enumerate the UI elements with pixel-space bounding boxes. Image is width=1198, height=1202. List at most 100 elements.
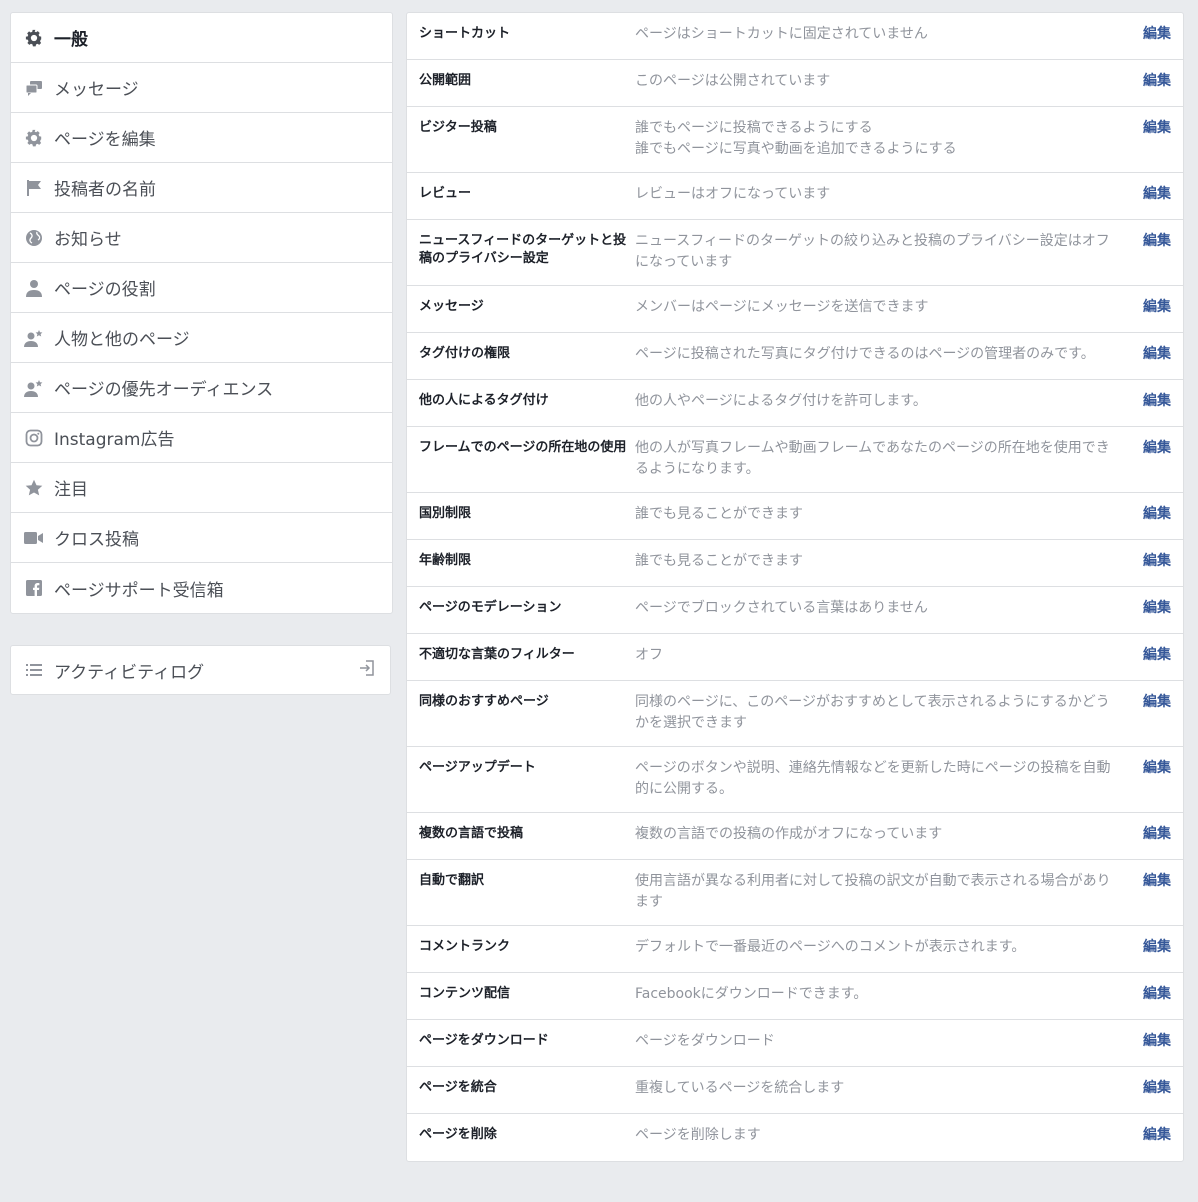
setting-value-line: 同様のページに、このページがおすすめとして表示されるようにするかどうかを選択でき… xyxy=(635,694,1110,731)
person-icon xyxy=(24,278,44,298)
activity-log-link[interactable]: アクティビティログ xyxy=(10,645,391,695)
setting-value-line: 誰でもページに写真や動画を追加できるようにする xyxy=(635,141,957,157)
setting-label: タグ付けの権限 xyxy=(419,346,511,361)
settings-row: 不適切な言葉のフィルター オフ 編集 xyxy=(407,634,1183,681)
edit-link[interactable]: 編集 xyxy=(1129,551,1171,574)
setting-value-line: レビューはオフになっています xyxy=(635,186,831,202)
instagram-icon xyxy=(24,428,44,448)
setting-value-line: このページは公開されています xyxy=(635,73,831,89)
setting-value-line: 他の人やページによるタグ付けを許可します。 xyxy=(635,393,927,409)
edit-link[interactable]: 編集 xyxy=(1129,1125,1171,1149)
setting-value-line: Facebookにダウンロードできます。 xyxy=(635,986,868,1002)
sidebar-item-general[interactable]: 一般 xyxy=(11,13,392,63)
setting-label: ページを統合 xyxy=(419,1080,497,1095)
setting-value: 複数の言語での投稿の作成がオフになっています xyxy=(635,824,1129,847)
settings-row: ページを削除 ページを削除します 編集 xyxy=(407,1114,1183,1161)
setting-value: Facebookにダウンロードできます。 xyxy=(635,984,1129,1007)
setting-label: メッセージ xyxy=(419,299,484,314)
setting-value-line: 他の人が写真フレームや動画フレームであなたのページの所在地を使用できるようになり… xyxy=(635,440,1110,477)
edit-link[interactable]: 編集 xyxy=(1129,184,1171,207)
edit-link[interactable]: 編集 xyxy=(1129,758,1171,800)
sidebar-item-posting-attribution[interactable]: 投稿者の名前 xyxy=(11,163,392,213)
person-star-icon xyxy=(24,328,44,348)
setting-label: ページのモデレーション xyxy=(419,600,562,615)
sidebar-item-preferred-page-audience[interactable]: ページの優先オーディエンス xyxy=(11,363,392,413)
sign-in-icon[interactable] xyxy=(358,659,376,682)
setting-value: 同様のページに、このページがおすすめとして表示されるようにするかどうかを選択でき… xyxy=(635,692,1129,734)
edit-link[interactable]: 編集 xyxy=(1129,1031,1171,1054)
setting-value: ニュースフィードのターゲットの絞り込みと投稿のプライバシー設定はオフになっていま… xyxy=(635,231,1129,273)
video-camera-icon xyxy=(24,528,44,548)
settings-row: メッセージ メンバーはページにメッセージを送信できます 編集 xyxy=(407,286,1183,333)
sidebar-item-page-roles[interactable]: ページの役割 xyxy=(11,263,392,313)
edit-link[interactable]: 編集 xyxy=(1129,598,1171,621)
setting-value-line: 誰でもページに投稿できるようにする xyxy=(635,120,873,136)
settings-row: 年齢制限 誰でも見ることができます 編集 xyxy=(407,540,1183,587)
settings-row: ページをダウンロード ページをダウンロード 編集 xyxy=(407,1020,1183,1067)
edit-link[interactable]: 編集 xyxy=(1129,344,1171,367)
settings-row: 他の人によるタグ付け 他の人やページによるタグ付けを許可します。 編集 xyxy=(407,380,1183,427)
sidebar-item-edit-page[interactable]: ページを編集 xyxy=(11,113,392,163)
setting-label: フレームでのページの所在地の使用 xyxy=(419,440,627,455)
setting-value-line: ページはショートカットに固定されていません xyxy=(635,26,928,42)
setting-label: 国別制限 xyxy=(419,506,472,521)
setting-value: オフ xyxy=(635,645,1129,668)
setting-value-line: ページをダウンロード xyxy=(635,1033,775,1049)
setting-value: 他の人が写真フレームや動画フレームであなたのページの所在地を使用できるようになり… xyxy=(635,438,1129,480)
sidebar-item-notifications[interactable]: お知らせ xyxy=(11,213,392,263)
edit-link[interactable]: 編集 xyxy=(1129,438,1171,480)
settings-row: 国別制限 誰でも見ることができます 編集 xyxy=(407,493,1183,540)
setting-value: ページをダウンロード xyxy=(635,1031,1129,1054)
setting-value-line: 重複しているページを統合します xyxy=(635,1080,845,1096)
edit-link[interactable]: 編集 xyxy=(1129,71,1171,94)
chat-bubbles-icon xyxy=(24,78,44,98)
edit-link[interactable]: 編集 xyxy=(1129,645,1171,668)
sidebar-item-featured[interactable]: 注目 xyxy=(11,463,392,513)
setting-value: ページでブロックされている言葉はありません xyxy=(635,598,1129,621)
setting-value: 重複しているページを統合します xyxy=(635,1078,1129,1101)
settings-row: フレームでのページの所在地の使用 他の人が写真フレームや動画フレームであなたのペー… xyxy=(407,427,1183,493)
edit-link[interactable]: 編集 xyxy=(1129,391,1171,414)
edit-link[interactable]: 編集 xyxy=(1129,118,1171,160)
edit-link[interactable]: 編集 xyxy=(1129,984,1171,1007)
sidebar-item-label: クロス投稿 xyxy=(54,530,139,550)
setting-value-line: 複数の言語での投稿の作成がオフになっています xyxy=(635,826,943,842)
settings-row: タグ付けの権限 ページに投稿された写真にタグ付けできるのはページの管理者のみです。… xyxy=(407,333,1183,380)
gear-icon xyxy=(24,28,44,48)
setting-value: デフォルトで一番最近のページへのコメントが表示されます。 xyxy=(635,937,1129,960)
edit-link[interactable]: 編集 xyxy=(1129,231,1171,273)
setting-value: このページは公開されています xyxy=(635,71,1129,94)
edit-link[interactable]: 編集 xyxy=(1129,297,1171,320)
person-star-icon xyxy=(24,378,44,398)
edit-link[interactable]: 編集 xyxy=(1129,871,1171,913)
sidebar-item-label: ページサポート受信箱 xyxy=(54,580,224,601)
gear-icon xyxy=(24,128,44,148)
setting-value: ページを削除します xyxy=(635,1125,1129,1149)
sidebar-item-label: Instagram広告 xyxy=(54,430,175,450)
setting-value-line: オフ xyxy=(635,647,663,663)
edit-link[interactable]: 編集 xyxy=(1129,824,1171,847)
setting-value: ページに投稿された写真にタグ付けできるのはページの管理者のみです。 xyxy=(635,344,1129,367)
edit-link[interactable]: 編集 xyxy=(1129,1078,1171,1101)
setting-value-line: 誰でも見ることができます xyxy=(635,506,803,522)
setting-label: 他の人によるタグ付け xyxy=(419,393,549,408)
sidebar-item-instagram-ads[interactable]: Instagram広告 xyxy=(11,413,392,463)
setting-value-line: ニュースフィードのターゲットの絞り込みと投稿のプライバシー設定はオフになっていま… xyxy=(635,233,1110,270)
sidebar-item-people-and-other-pages[interactable]: 人物と他のページ xyxy=(11,313,392,363)
setting-label: 不適切な言葉のフィルター xyxy=(419,647,575,662)
edit-link[interactable]: 編集 xyxy=(1129,692,1171,734)
setting-label: 年齢制限 xyxy=(419,553,472,568)
settings-row: ショートカット ページはショートカットに固定されていません 編集 xyxy=(407,13,1183,60)
setting-value-line: ページに投稿された写真にタグ付けできるのはページの管理者のみです。 xyxy=(635,346,1095,362)
edit-link[interactable]: 編集 xyxy=(1129,937,1171,960)
setting-value: 使用言語が異なる利用者に対して投稿の訳文が自動で表示される場合があります xyxy=(635,871,1129,913)
sidebar-item-page-support-inbox[interactable]: ページサポート受信箱 xyxy=(11,563,392,613)
setting-value: 誰でもページに投稿できるようにする誰でもページに写真や動画を追加できるようにする xyxy=(635,118,1129,160)
sidebar-item-messages[interactable]: メッセージ xyxy=(11,63,392,113)
settings-row: ビジター投稿 誰でもページに投稿できるようにする誰でもページに写真や動画を追加でき… xyxy=(407,107,1183,173)
setting-label: ビジター投稿 xyxy=(419,120,497,135)
sidebar-item-crossposting[interactable]: クロス投稿 xyxy=(11,513,392,563)
sidebar-item-label: メッセージ xyxy=(54,80,139,100)
edit-link[interactable]: 編集 xyxy=(1129,24,1171,47)
edit-link[interactable]: 編集 xyxy=(1129,504,1171,527)
